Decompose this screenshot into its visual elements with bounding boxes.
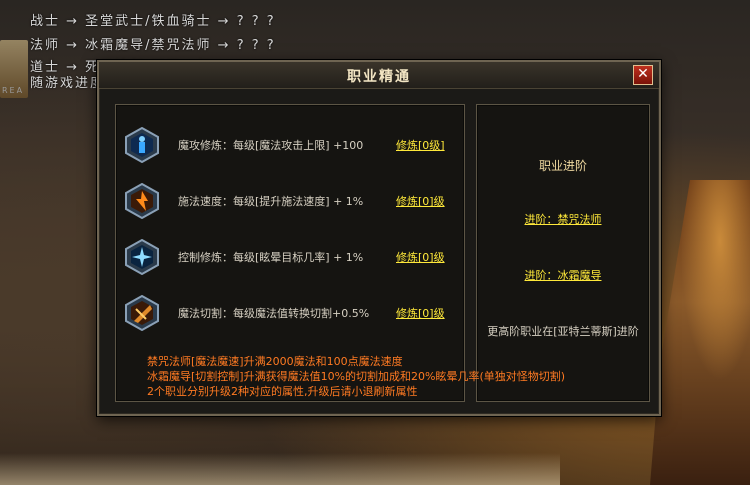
note-line: 禁咒法师[魔法魔速]升满2000魔法和100点魔法速度 bbox=[147, 355, 403, 368]
control-icon bbox=[125, 239, 159, 275]
character-art bbox=[650, 180, 750, 485]
note-line: 冰霜魔导[切割控制]升满获得魔法值10%的切割加成和20%眩晕几率(单独对怪物切… bbox=[147, 370, 566, 383]
skill-row-cast-speed: 施法速度：每级[提升施法速度] + 1% 修炼[0]级 bbox=[124, 181, 464, 221]
skill-text-cast-speed: 施法速度：每级[提升施法速度] + 1% bbox=[178, 195, 364, 208]
skill-row-magic-cut: 魔法切割：每级魔法值转换切割+0.5% 修炼[0]级 bbox=[124, 293, 464, 333]
skill-row-magic-attack: 魔攻修炼：每级[魔法攻击上限] +100 修炼[0级] bbox=[124, 125, 464, 165]
train-link-control[interactable]: 修炼[0]级 bbox=[396, 249, 445, 265]
game-logo-sub: REA bbox=[2, 86, 25, 95]
close-button[interactable]: ✕ bbox=[633, 65, 653, 85]
dialog-title-bar[interactable]: 职业精通 ✕ bbox=[99, 62, 659, 89]
train-link-cast-speed[interactable]: 修炼[0]级 bbox=[396, 193, 445, 209]
skill-text-magic-attack: 魔攻修炼：每级[魔法攻击上限] +100 bbox=[178, 139, 364, 152]
mastery-dialog: 职业精通 ✕ 魔攻修炼：每级[魔法攻击上限] +100 修炼[0级] 施法速度：… bbox=[97, 60, 661, 416]
skill-text-magic-cut: 魔法切割：每级魔法值转换切割+0.5% bbox=[178, 307, 370, 320]
notes: 禁咒法师[魔法魔速]升满2000魔法和100点魔法速度 冰霜魔导[切割控制]升满… bbox=[147, 354, 565, 399]
bottom-banner bbox=[0, 453, 560, 485]
skill-row-control: 控制修炼：每级[眩晕目标几率] + 1% 修炼[0]级 bbox=[124, 237, 464, 277]
advance-panel-title: 职业进阶 bbox=[538, 159, 587, 173]
note-line: 2个职业分别升级2种对应的属性,升级后请小退刷新属性 bbox=[147, 385, 418, 398]
class-path-warrior: 战士 → 圣堂武士/铁血骑士 → ? ? ? bbox=[30, 14, 276, 29]
advance-forbidden-mage-link[interactable]: 进阶：禁咒法师 bbox=[477, 211, 649, 227]
dialog-title: 职业精通 bbox=[347, 69, 411, 85]
skill-text-control: 控制修炼：每级[眩晕目标几率] + 1% bbox=[178, 251, 364, 264]
train-link-magic-attack[interactable]: 修炼[0级] bbox=[396, 137, 445, 153]
class-path-mage: 法师 → 冰霜魔导/禁咒法师 → ? ? ? bbox=[30, 38, 276, 53]
magic-attack-icon bbox=[125, 127, 159, 163]
train-link-magic-cut[interactable]: 修炼[0]级 bbox=[396, 305, 445, 321]
magic-cut-icon bbox=[125, 295, 159, 331]
advance-description: 更高阶职业在[亚特兰蒂斯]进阶 bbox=[487, 325, 639, 338]
cast-speed-icon bbox=[125, 183, 159, 219]
advance-frost-mage-link[interactable]: 进阶：冰霜魔导 bbox=[477, 267, 649, 283]
